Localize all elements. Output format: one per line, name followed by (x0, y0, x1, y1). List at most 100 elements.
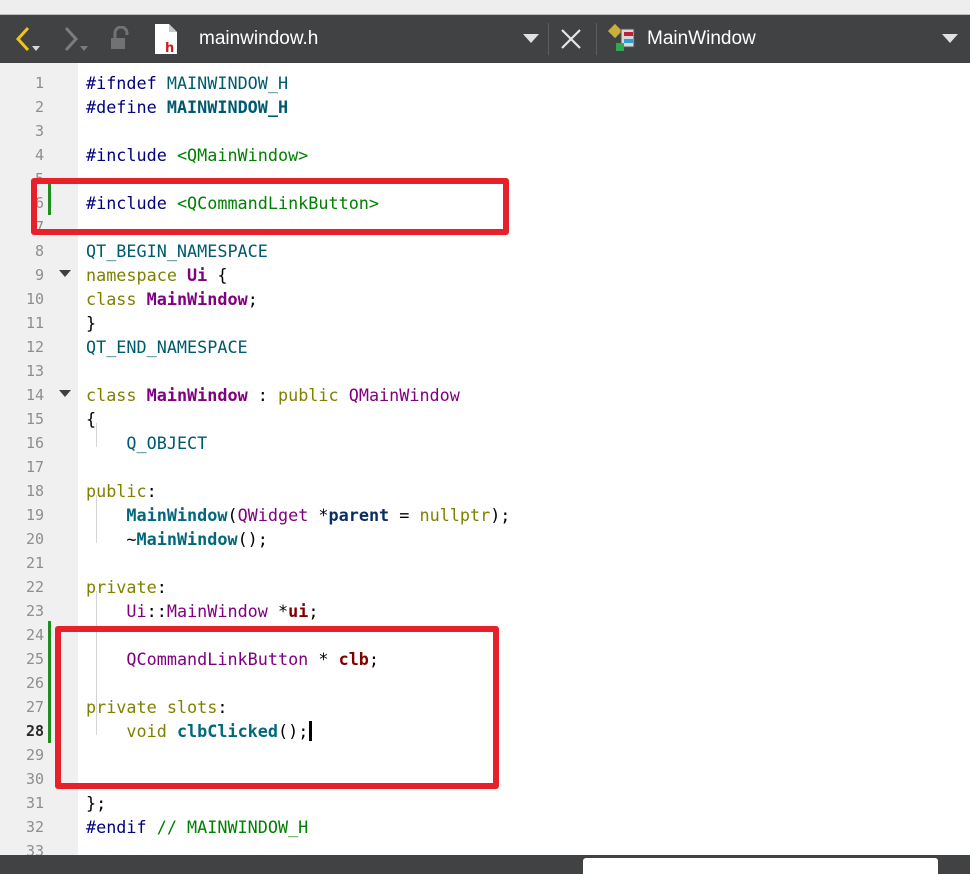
code-line[interactable]: 9 namespace Ui { (0, 263, 970, 287)
line-number: 22 (25, 578, 44, 596)
code-text: class MainWindow; (86, 289, 258, 309)
code-text: QT_BEGIN_NAMESPACE (86, 241, 268, 261)
code-text: QT_END_NAMESPACE (86, 337, 248, 357)
code-text: } (86, 313, 97, 333)
highlight-box-include (31, 178, 509, 235)
line-number: 17 (25, 458, 44, 476)
code-text: ~MainWindow(); (86, 529, 268, 549)
forward-arrow-icon (60, 24, 90, 54)
line-number: 32 (25, 818, 44, 836)
line-number: 10 (25, 290, 44, 308)
line-number: 1 (34, 74, 44, 92)
class-symbol-icon (607, 22, 641, 56)
close-icon (560, 28, 582, 50)
code-line[interactable]: 33 (0, 839, 970, 855)
highlight-box-members (55, 626, 499, 789)
line-number: 12 (25, 338, 44, 356)
line-number: 19 (25, 506, 44, 524)
code-editor[interactable]: 1 #ifndef MAINWINDOW_H 2 #define MAINWINDOW… (0, 63, 970, 855)
code-text: #include <QMainWindow> (86, 145, 309, 165)
line-number: 30 (25, 770, 44, 788)
code-line[interactable]: 23 Ui::MainWindow *ui; (0, 599, 970, 623)
code-text: class MainWindow : public QMainWindow (86, 385, 460, 405)
code-text: Q_OBJECT (126, 433, 208, 453)
code-line[interactable]: 18 public: (0, 479, 970, 503)
code-text: #endif // MAINWINDOW_H (86, 817, 309, 837)
line-number: 4 (34, 146, 44, 164)
current-symbol-name[interactable]: MainWindow (647, 28, 756, 50)
line-number: 16 (25, 434, 44, 452)
header-file-icon: h (153, 23, 179, 55)
code-line[interactable]: 20 ~MainWindow(); (0, 527, 970, 551)
code-text: { (86, 409, 97, 429)
line-number: 33 (25, 842, 44, 855)
code-text: namespace Ui { (86, 265, 228, 285)
line-number: 20 (25, 530, 44, 548)
code-line[interactable]: 32 #endif // MAINWINDOW_H (0, 815, 970, 839)
file-lock-button[interactable] (104, 15, 134, 63)
line-number: 26 (25, 674, 44, 692)
code-text: private: (86, 577, 167, 597)
code-line[interactable]: 4 #include <QMainWindow> (0, 143, 970, 167)
editor-toolbar: h mainwindow.h MainWindow (0, 15, 970, 63)
svg-text:h: h (165, 41, 174, 55)
chevron-down-icon (523, 34, 539, 44)
line-number: 13 (25, 362, 44, 380)
code-line[interactable]: 12 QT_END_NAMESPACE (0, 335, 970, 359)
line-number: 31 (25, 794, 44, 812)
code-line[interactable]: 8 QT_BEGIN_NAMESPACE (0, 239, 970, 263)
code-line[interactable]: 1 #ifndef MAINWINDOW_H (0, 71, 970, 95)
line-number: 15 (25, 410, 44, 428)
line-number: 23 (25, 602, 44, 620)
go-back-button[interactable] (10, 15, 44, 63)
code-line[interactable]: 11} (0, 311, 970, 335)
bottom-status-bar (0, 855, 970, 874)
code-line[interactable]: 13 (0, 359, 970, 383)
code-line[interactable]: 15 { (0, 407, 970, 431)
code-line[interactable]: 2 #define MAINWINDOW_H (0, 95, 970, 119)
toolbar-divider (548, 23, 549, 55)
code-text: #define MAINWINDOW_H (86, 97, 289, 117)
code-line[interactable]: 21 (0, 551, 970, 575)
code-text: MainWindow(QWidget *parent = nullptr); (126, 505, 511, 525)
back-arrow-icon (12, 24, 42, 54)
line-number: 8 (34, 242, 44, 260)
line-number: 3 (34, 122, 44, 140)
open-file-name[interactable]: mainwindow.h (199, 28, 318, 50)
line-number: 29 (25, 746, 44, 764)
symbols-dropdown[interactable] (936, 15, 964, 63)
menu-bar (0, 0, 970, 15)
go-forward-button[interactable] (58, 15, 92, 63)
close-document-button[interactable] (556, 15, 586, 63)
chevron-down-icon (942, 34, 958, 44)
open-documents-dropdown[interactable] (518, 15, 544, 63)
code-line[interactable]: 22 private: (0, 575, 970, 599)
line-number: 25 (25, 650, 44, 668)
code-line[interactable]: 10 class MainWindow; (0, 287, 970, 311)
fold-toggle-icon[interactable] (59, 390, 71, 397)
line-number: 28 (25, 722, 44, 740)
line-number: 21 (25, 554, 44, 572)
code-text: public: (86, 481, 157, 501)
code-text: Ui::MainWindow *ui; (126, 601, 319, 621)
code-line[interactable]: 14 class MainWindow : public QMainWindow (0, 383, 970, 407)
line-number: 9 (34, 266, 44, 284)
header-file-icon-holder: h (150, 15, 182, 63)
toolbar-divider (596, 23, 597, 55)
code-line[interactable]: 16 Q_OBJECT (0, 431, 970, 455)
code-line[interactable]: 19 MainWindow(QWidget *parent = nullptr)… (0, 503, 970, 527)
line-number: 14 (25, 386, 44, 404)
locator-search-input[interactable] (583, 858, 938, 874)
unlock-icon (106, 26, 132, 52)
fold-toggle-icon[interactable] (59, 270, 71, 277)
code-text: #ifndef MAINWINDOW_H (86, 73, 289, 93)
code-line[interactable]: 17 (0, 455, 970, 479)
line-number: 2 (34, 98, 44, 116)
code-line[interactable]: 31}; (0, 791, 970, 815)
code-text: }; (86, 793, 107, 813)
line-number: 18 (25, 482, 44, 500)
class-symbol-icon-holder (605, 15, 643, 63)
code-line[interactable]: 3 (0, 119, 970, 143)
line-number: 24 (25, 626, 44, 644)
line-number: 27 (25, 698, 44, 716)
